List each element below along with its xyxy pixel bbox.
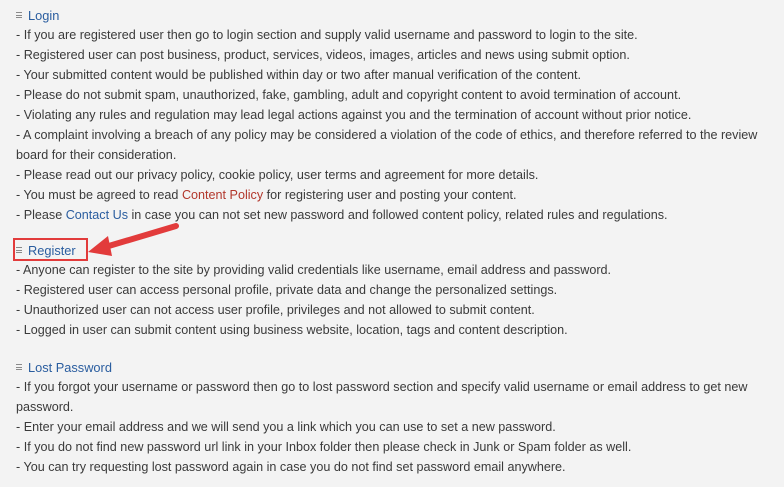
list-item: - Please read out our privacy policy, co… (16, 168, 539, 182)
list-item: - Please do not submit spam, unauthorize… (16, 88, 682, 102)
list-item: - Registered user can access personal pr… (16, 283, 558, 297)
help-page: Login - If you are registered user then … (0, 0, 784, 487)
contact-prefix: - Please (16, 208, 66, 222)
list-icon (16, 11, 22, 20)
list-item: - Logged in user can submit content usin… (16, 323, 568, 337)
list-item: - Violating any rules and regulation may… (16, 108, 692, 122)
lost-password-section: Lost Password - If you forgot your usern… (16, 357, 776, 477)
content-policy-link[interactable]: Content Policy (182, 188, 263, 202)
list-item: - If you are registered user then go to … (16, 28, 638, 42)
list-item: - If you do not find new password url li… (16, 440, 632, 454)
login-heading[interactable]: Login (16, 5, 776, 25)
contact-suffix: in case you can not set new password and… (128, 208, 668, 222)
register-highlight-box (13, 238, 88, 261)
content-policy-suffix: for registering user and posting your co… (263, 188, 517, 202)
list-item: - You must be agreed to read Content Pol… (16, 185, 776, 205)
lost-password-heading[interactable]: Lost Password (16, 357, 776, 377)
list-item: - Your submitted content would be publis… (16, 68, 581, 82)
red-arrow-icon (88, 223, 179, 256)
lost-password-title[interactable]: Lost Password (28, 360, 112, 375)
list-item: - You can try requesting lost password a… (16, 460, 566, 474)
login-title[interactable]: Login (28, 8, 59, 23)
login-section: Login - If you are registered user then … (16, 5, 776, 225)
list-icon (16, 363, 22, 372)
list-item: - Unauthorized user can not access user … (16, 303, 535, 317)
list-item: - Enter your email address and we will s… (16, 420, 556, 434)
list-item: - Anyone can register to the site by pro… (16, 263, 612, 277)
list-item: - If you forgot your username or passwor… (16, 380, 748, 414)
content-policy-prefix: - You must be agreed to read (16, 188, 182, 202)
list-item: - A complaint involving a breach of any … (16, 128, 758, 162)
list-item: - Registered user can post business, pro… (16, 48, 630, 62)
